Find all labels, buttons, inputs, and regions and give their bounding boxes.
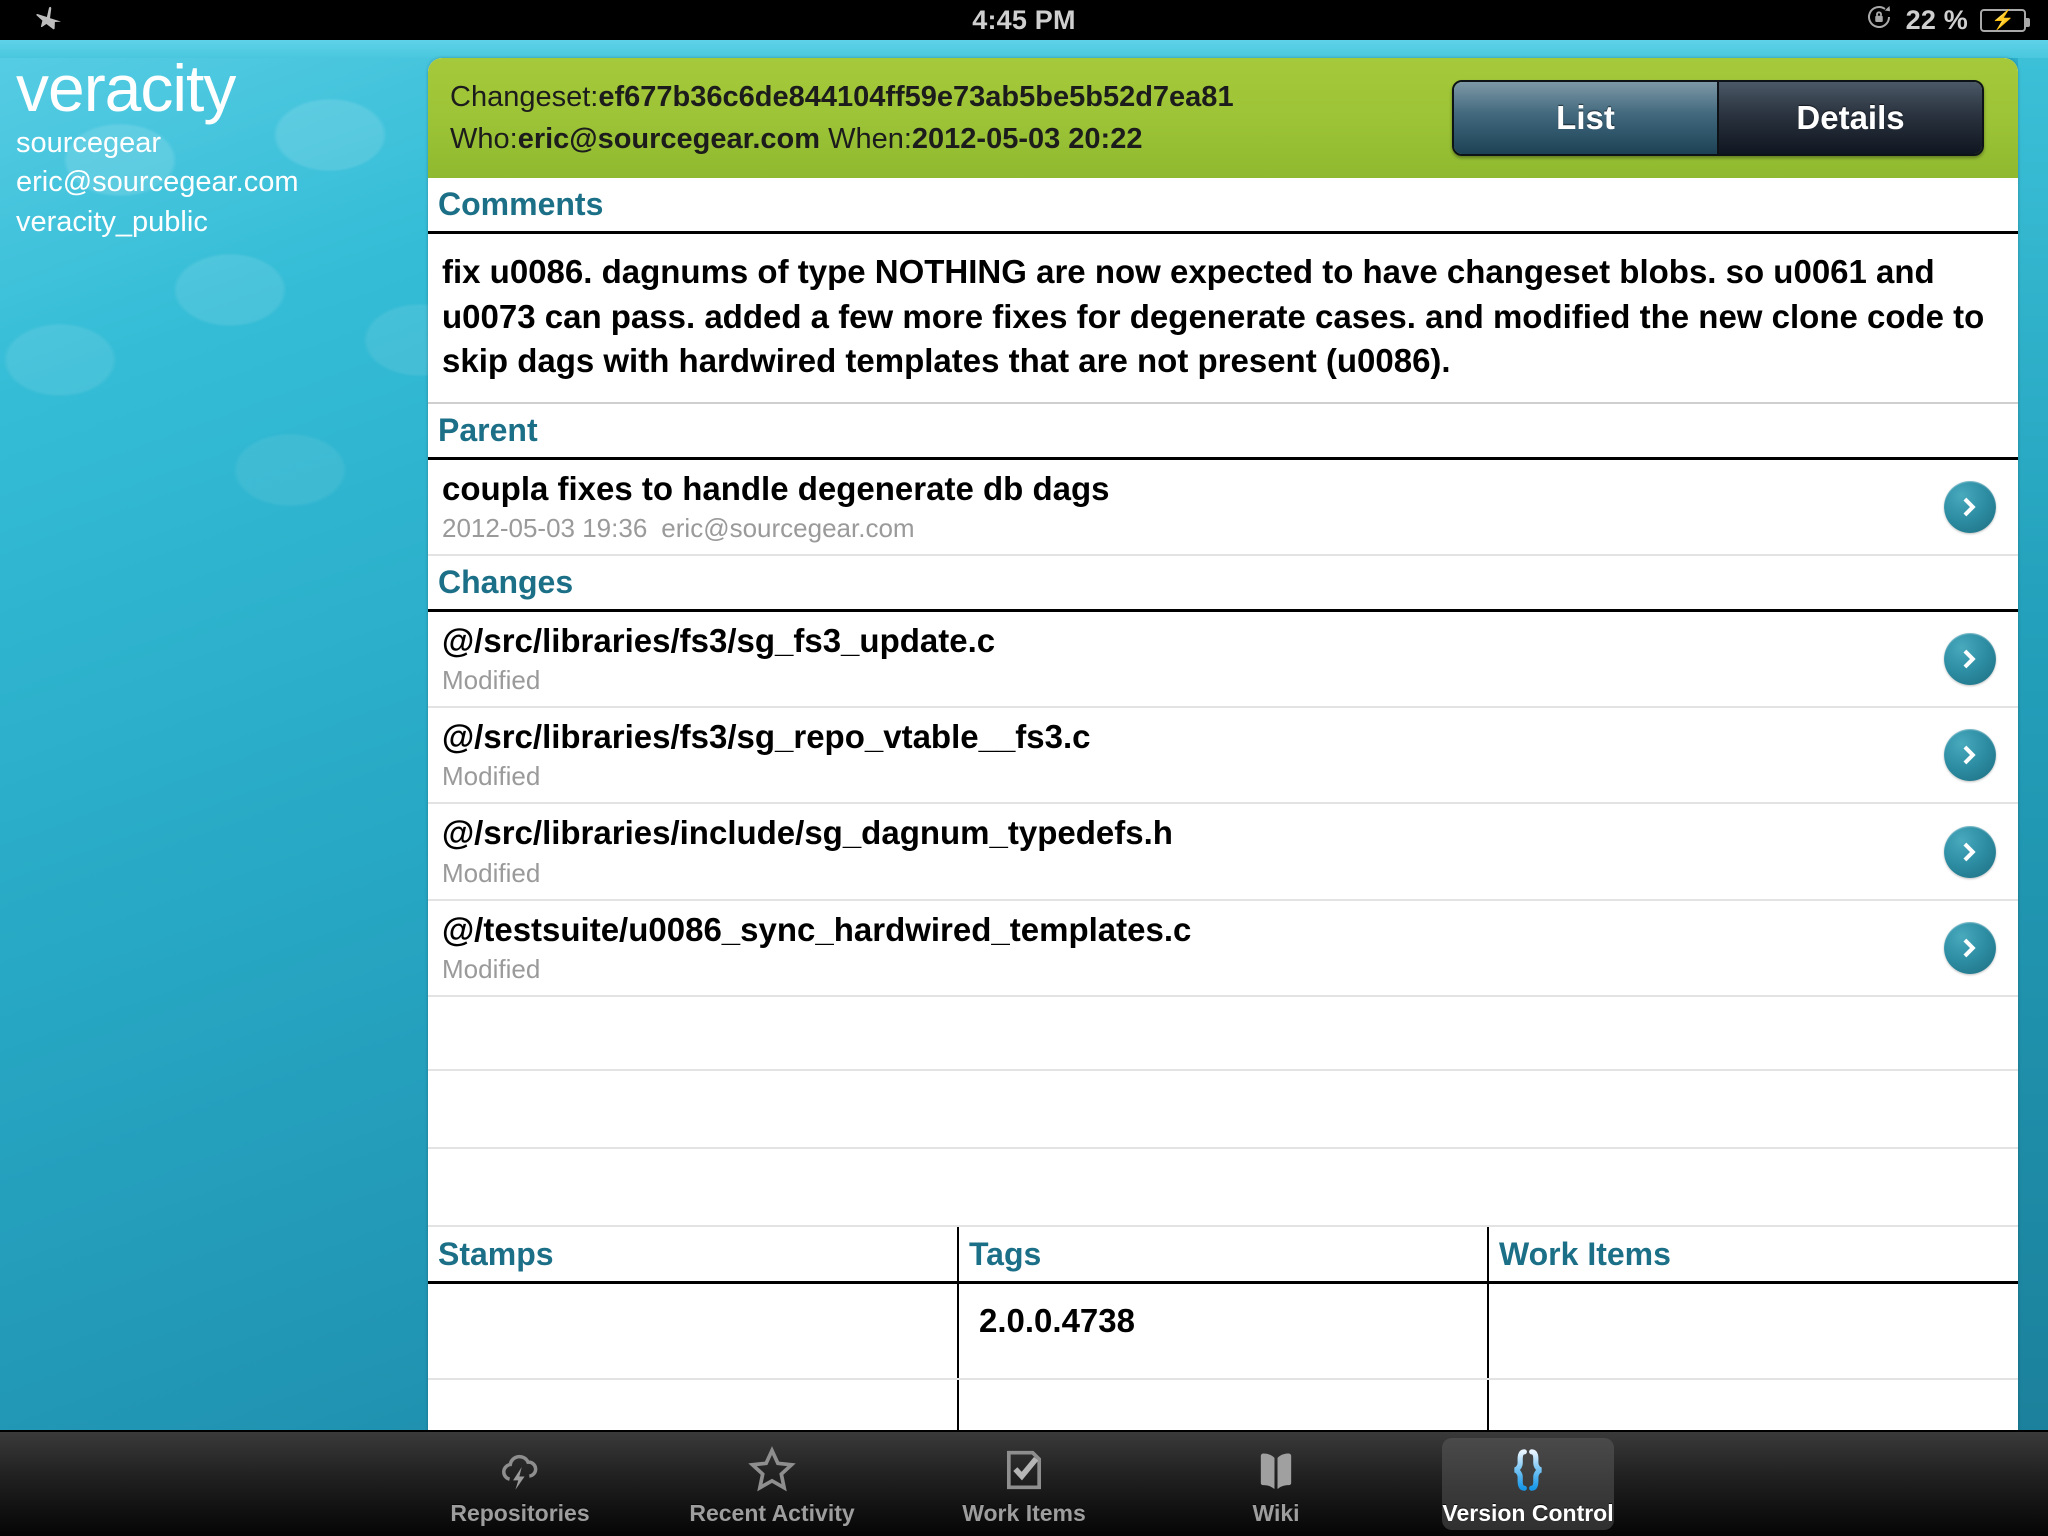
changeset-info: Changeset:ef677b36c6de844104ff59e73ab5be…: [450, 76, 1234, 160]
tab-label: Recent Activity: [689, 1499, 855, 1526]
chevron-right-icon[interactable]: [1944, 825, 1996, 878]
changeset-label: Changeset:: [450, 80, 599, 113]
comment-text: fix u0086. dagnums of type NOTHING are n…: [428, 234, 2018, 404]
status-bar-time: 4:45 PM: [972, 4, 1076, 35]
parent-date: 2012-05-03 19:36: [442, 512, 648, 543]
when-value: 2012-05-03 20:22: [911, 123, 1143, 155]
change-row[interactable]: @/src/libraries/include/sg_dagnum_typede…: [428, 804, 2018, 901]
chevron-right-icon[interactable]: [1944, 633, 1996, 686]
open-book-icon: [1250, 1442, 1302, 1496]
airplane-icon: [34, 2, 64, 39]
change-path: @/src/libraries/fs3/sg_fs3_update.c: [442, 621, 996, 659]
parent-heading: Parent: [428, 403, 2018, 460]
tab-work-items[interactable]: Work Items: [938, 1438, 1110, 1530]
table-row: 2.0.0.4738: [428, 1282, 2018, 1380]
bottom-tab-bar: Repositories Recent Activity Work Items …: [0, 1430, 2048, 1536]
who-value: eric@sourcegear.com: [517, 123, 821, 155]
battery-charging-icon: ⚡: [1980, 8, 2030, 32]
comments-heading: Comments: [428, 178, 2018, 234]
tab-label: Repositories: [450, 1499, 590, 1526]
details-panel: Changeset:ef677b36c6de844104ff59e73ab5be…: [428, 58, 2018, 1470]
change-status: Modified: [442, 953, 541, 984]
battery-percent: 22 %: [1905, 4, 1968, 35]
who-label: Who:: [450, 123, 518, 155]
panel-right-gutter: [2018, 58, 2048, 1470]
chevron-right-icon[interactable]: [1944, 921, 1996, 974]
tab-label: Wiki: [1252, 1499, 1300, 1526]
checklist-icon: [998, 1442, 1050, 1496]
change-status: Modified: [442, 665, 541, 696]
parent-author: eric@sourcegear.com: [661, 512, 915, 543]
app-title: veracity: [16, 51, 236, 125]
sidebar-repo: veracity_public: [16, 205, 208, 238]
parent-meta: 2012-05-03 19:36 eric@sourcegear.com: [442, 513, 2018, 544]
empty-row: [428, 996, 2018, 1071]
view-mode-segmented-control[interactable]: List Details: [1452, 80, 1984, 156]
star-icon: [746, 1442, 798, 1496]
status-bar: 4:45 PM 22 % ⚡: [0, 0, 2048, 40]
cell-tags: 2.0.0.4738: [958, 1282, 1489, 1380]
tab-recent-activity[interactable]: Recent Activity: [686, 1438, 858, 1530]
change-path: @/src/libraries/include/sg_dagnum_typede…: [442, 814, 1173, 852]
changeset-header: Changeset:ef677b36c6de844104ff59e73ab5be…: [428, 58, 2018, 178]
chevron-right-icon[interactable]: [1944, 729, 1996, 782]
tab-wiki[interactable]: Wiki: [1190, 1438, 1362, 1530]
who-when-line: Who:eric@sourcegear.com When:2012-05-03 …: [450, 118, 1234, 160]
empty-row: [428, 1070, 2018, 1149]
column-header-stamps: Stamps: [428, 1226, 959, 1285]
chevron-right-icon[interactable]: [1944, 480, 1996, 533]
sidebar-branding: veracity sourcegear eric@sourcegear.com …: [16, 51, 416, 241]
sidebar-user: eric@sourcegear.com: [16, 166, 299, 199]
changeset-line: Changeset:ef677b36c6de844104ff59e73ab5be…: [450, 76, 1234, 118]
tab-version-control[interactable]: Version Control: [1442, 1438, 1614, 1530]
cloud-lightning-icon: [494, 1442, 546, 1496]
status-bar-right: 22 % ⚡: [1864, 0, 2030, 40]
change-status: Modified: [442, 857, 541, 888]
change-row[interactable]: @/src/libraries/fs3/sg_fs3_update.c Modi…: [428, 611, 2018, 709]
when-label: When:: [828, 123, 912, 155]
change-row[interactable]: @/testsuite/u0086_sync_hardwired_templat…: [428, 900, 2018, 997]
rotation-lock-icon: [1864, 2, 1894, 39]
change-row[interactable]: @/src/libraries/fs3/sg_repo_vtable__fs3.…: [428, 708, 2018, 805]
changes-heading: Changes: [428, 555, 2018, 612]
curly-braces-icon: [1502, 1442, 1554, 1496]
tab-label: Version Control: [1442, 1499, 1614, 1526]
app-background: veracity sourcegear eric@sourcegear.com …: [0, 40, 2048, 1536]
change-path: @/testsuite/u0086_sync_hardwired_templat…: [442, 910, 1192, 948]
tab-label: Work Items: [962, 1499, 1086, 1526]
status-bar-left: [34, 0, 64, 40]
tab-repositories[interactable]: Repositories: [434, 1438, 606, 1530]
change-path: @/src/libraries/fs3/sg_repo_vtable__fs3.…: [442, 718, 1091, 756]
change-status: Modified: [442, 761, 541, 792]
tab-details[interactable]: Details: [1717, 82, 1982, 154]
sidebar-org: sourcegear: [16, 127, 162, 160]
parent-title: coupla fixes to handle degenerate db dag…: [442, 469, 1110, 507]
empty-row: [428, 1148, 2018, 1227]
changeset-value: ef677b36c6de844104ff59e73ab5be5b52d7ea81: [598, 80, 1234, 113]
tab-list[interactable]: List: [1454, 82, 1717, 154]
column-header-work-items: Work Items: [1488, 1226, 2018, 1285]
cell-stamps: [428, 1282, 959, 1380]
column-header-tags: Tags: [958, 1226, 1489, 1285]
table-header-row: Stamps Tags Work Items: [428, 1226, 2018, 1285]
parent-row[interactable]: coupla fixes to handle degenerate db dag…: [428, 459, 2018, 556]
cell-work-items: [1488, 1282, 2018, 1380]
